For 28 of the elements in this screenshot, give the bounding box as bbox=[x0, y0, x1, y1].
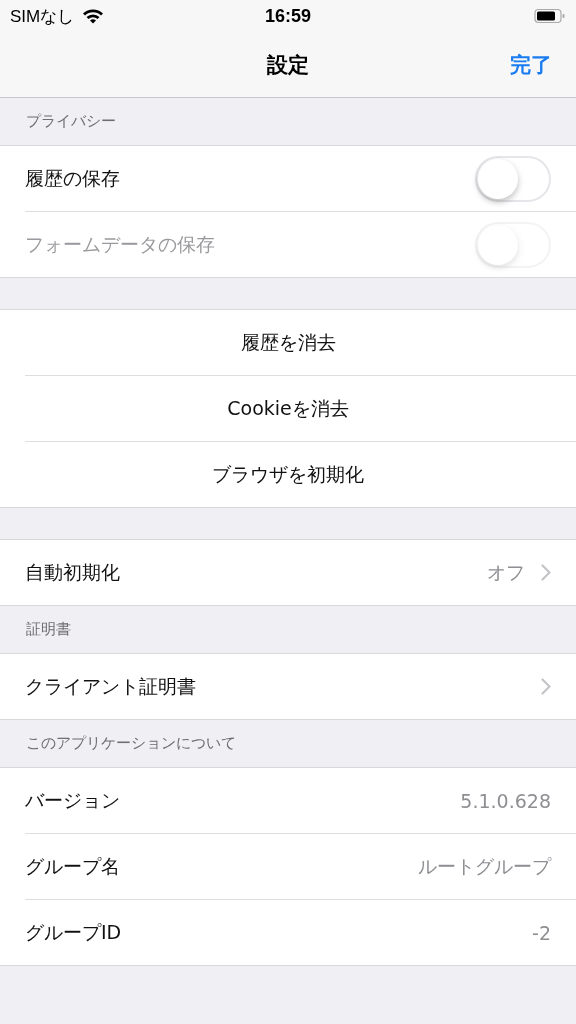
row-value: 5.1.0.628 bbox=[460, 789, 551, 812]
row-label: グループ名 bbox=[25, 853, 120, 879]
screen-title: 設定 bbox=[267, 51, 309, 79]
row-label: 履歴の保存 bbox=[25, 165, 120, 191]
section-header: プライバシー bbox=[26, 112, 116, 131]
action-link[interactable]: 履歴を消去 bbox=[240, 329, 336, 356]
action-link[interactable]: Cookieを消去 bbox=[227, 395, 349, 422]
row-label: 自動初期化 bbox=[25, 559, 120, 585]
row-label: フォームデータの保存 bbox=[25, 231, 215, 257]
chevron-icon bbox=[541, 564, 551, 581]
toggle-switch[interactable] bbox=[475, 155, 551, 202]
section-header: 証明書 bbox=[26, 620, 71, 639]
settings-row[interactable]: 自動初期化 オフ bbox=[25, 540, 576, 605]
done-button[interactable]: 完了 bbox=[510, 50, 552, 79]
settings-row[interactable]: クライアント証明書 bbox=[25, 654, 576, 719]
row-value: オフ bbox=[487, 559, 525, 585]
section-header: このアプリケーションについて bbox=[26, 734, 236, 753]
chevron-icon bbox=[541, 678, 551, 695]
row-label: バージョン bbox=[25, 787, 120, 813]
row-label: グループID bbox=[25, 919, 122, 945]
battery-icon bbox=[534, 8, 566, 24]
row-value: ルートグループ bbox=[418, 853, 551, 879]
row-label: クライアント証明書 bbox=[25, 673, 196, 699]
action-link[interactable]: ブラウザを初期化 bbox=[212, 461, 364, 488]
wifi-icon bbox=[82, 8, 105, 24]
carrier-label: SIMなし bbox=[10, 5, 75, 28]
row-value: -2 bbox=[532, 921, 551, 944]
clock-time: 16:59 bbox=[264, 5, 311, 27]
